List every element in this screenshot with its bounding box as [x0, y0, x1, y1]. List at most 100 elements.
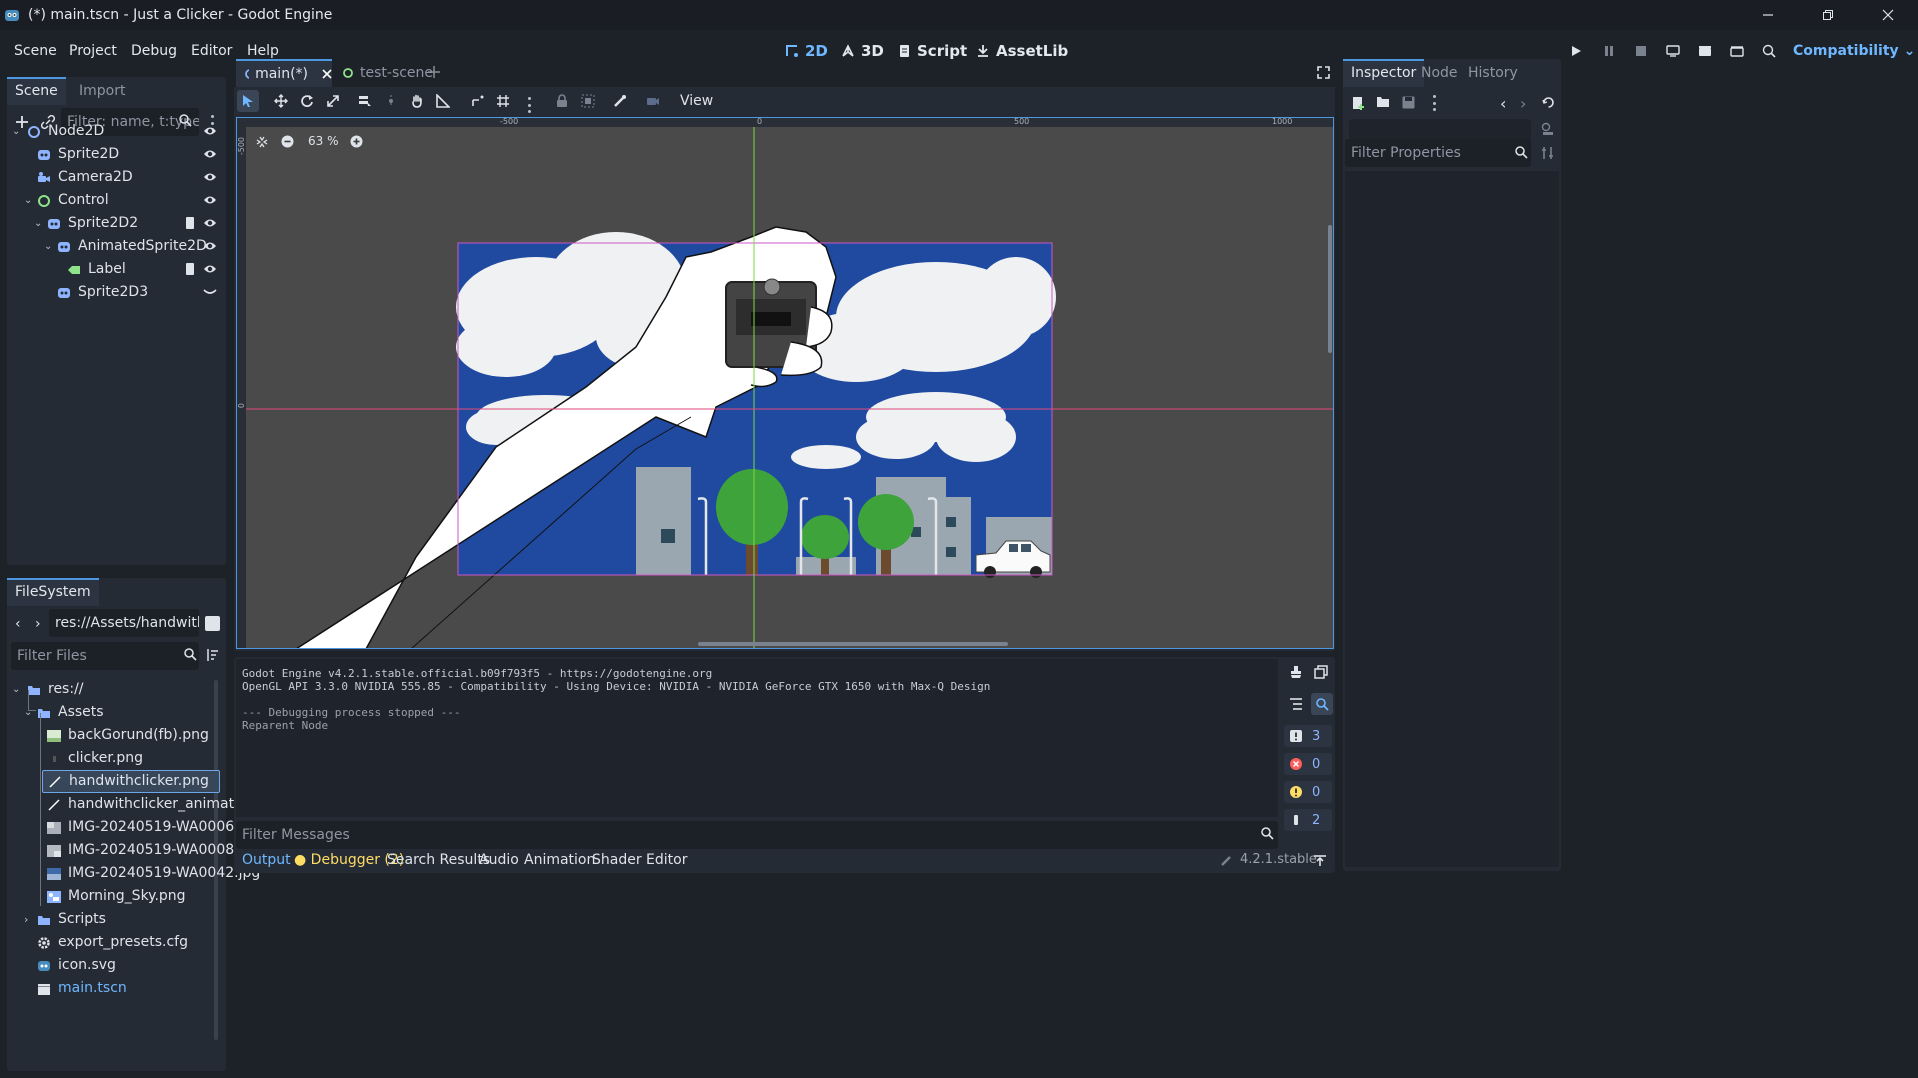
minimize-icon[interactable]	[1738, 0, 1798, 30]
message-counter[interactable]: 3	[1284, 725, 1332, 747]
history-forward-icon[interactable]: ›	[1520, 94, 1526, 113]
editor-message-counter[interactable]: 2	[1284, 809, 1332, 831]
fs-item-clicker[interactable]: clicker.png	[46, 747, 143, 770]
tab-node[interactable]: Node	[1413, 59, 1466, 87]
menu-project[interactable]: Project	[69, 30, 117, 72]
fs-item-handwithclicker-animated[interactable]: handwithclicker_animate...	[46, 793, 256, 816]
fs-item-img-0008[interactable]: IMG-20240519-WA0008.jpg	[46, 839, 260, 862]
fs-item-img-0042[interactable]: IMG-20240519-WA0042.jpg	[46, 862, 260, 885]
view-mode-icon[interactable]	[205, 616, 220, 631]
visibility-eye-icon[interactable]	[203, 216, 219, 232]
tree-node-sprite2d[interactable]: Sprite2D	[36, 143, 119, 166]
select-tool-icon[interactable]	[237, 90, 259, 112]
tab-audio[interactable]: Audio	[479, 852, 519, 868]
restore-icon[interactable]	[1798, 0, 1858, 30]
camera-override-icon[interactable]	[642, 90, 664, 112]
warning-counter[interactable]: 0	[1284, 781, 1332, 803]
filter-search-icon[interactable]	[1311, 693, 1333, 715]
list-select-icon[interactable]	[354, 90, 376, 112]
lock-icon[interactable]	[551, 90, 573, 112]
tab-output[interactable]: Output	[242, 852, 291, 868]
menu-editor[interactable]: Editor	[191, 30, 232, 72]
rotate-tool-icon[interactable]	[296, 90, 318, 112]
grid-snap-icon[interactable]	[492, 90, 514, 112]
add-tab-icon[interactable]	[428, 66, 440, 78]
tab-main-scene[interactable]: main(*)	[236, 59, 332, 87]
tree-node-sprite2d3[interactable]: Sprite2D3	[56, 281, 148, 304]
filter-files-input[interactable]: Filter Files	[11, 642, 199, 670]
bones-icon[interactable]	[609, 90, 631, 112]
fs-item-export-presets[interactable]: export_presets.cfg	[36, 931, 188, 954]
error-counter[interactable]: 0	[1284, 753, 1332, 775]
fs-item-res[interactable]: ⌄ res://	[12, 678, 84, 701]
move-tool-icon[interactable]	[270, 90, 292, 112]
zoom-in-icon[interactable]	[350, 135, 363, 148]
visibility-eye-icon[interactable]	[203, 262, 219, 278]
tab-animation[interactable]: Animation	[524, 852, 595, 868]
fs-item-scripts[interactable]: › Scripts	[24, 908, 106, 931]
tree-node-label[interactable]: Label	[66, 258, 126, 281]
scale-tool-icon[interactable]	[322, 90, 344, 112]
ruler-tool-icon[interactable]	[432, 90, 454, 112]
distraction-free-icon[interactable]	[1317, 66, 1330, 79]
fs-item-img-0006[interactable]: IMG-20240519-WA0006.jpg	[46, 816, 260, 839]
zoom-level[interactable]: 63 %	[308, 134, 339, 148]
forward-icon[interactable]: ›	[35, 616, 41, 632]
menu-debug[interactable]: Debug	[131, 30, 177, 72]
fs-item-assets[interactable]: ⌄ Assets	[24, 701, 104, 724]
tree-node-camera2d[interactable]: Camera2D	[36, 166, 133, 189]
back-icon[interactable]: ‹	[15, 616, 21, 632]
tab-history[interactable]: History	[1460, 59, 1526, 87]
tab-search-results[interactable]: Search Results	[387, 852, 490, 868]
tree-node-animatedsprite2d[interactable]: ⌄ AnimatedSprite2D	[44, 235, 207, 258]
new-resource-icon[interactable]	[1351, 96, 1365, 110]
path-input[interactable]: res://Assets/handwithclicke	[49, 609, 199, 637]
filter-messages-input[interactable]: Filter Messages	[236, 821, 1278, 849]
open-folder-icon[interactable]	[1376, 96, 1390, 108]
fs-item-handwithclicker[interactable]: handwithclicker.png	[42, 770, 220, 793]
collapse-icon[interactable]	[1289, 697, 1303, 711]
tab-filesystem[interactable]: FileSystem	[7, 578, 99, 606]
save-icon[interactable]	[1402, 96, 1415, 109]
copy-log-icon[interactable]	[1314, 665, 1328, 679]
tree-node-control[interactable]: ⌄ Control	[24, 189, 109, 212]
visibility-closed-icon[interactable]	[203, 285, 219, 301]
visibility-eye-icon[interactable]	[203, 193, 219, 209]
fs-item-icon-svg[interactable]: icon.svg	[36, 954, 116, 977]
filter-properties-input[interactable]: Filter Properties	[1345, 139, 1531, 167]
tab-import[interactable]: Import	[71, 77, 133, 105]
object-search-icon[interactable]	[1541, 122, 1555, 136]
zoom-out-icon[interactable]	[281, 135, 294, 148]
horizontal-scrollbar[interactable]	[698, 642, 1008, 646]
menu-scene[interactable]: Scene	[14, 30, 57, 72]
output-log[interactable]: Godot Engine v4.2.1.stable.official.b09f…	[236, 659, 1278, 817]
snap-options-icon[interactable]	[526, 97, 532, 113]
expand-panel-icon[interactable]	[1313, 855, 1327, 867]
2d-canvas[interactable]: -500 0 500 1000 -500 0 63 %	[236, 117, 1334, 649]
vertical-scrollbar[interactable]	[1328, 225, 1332, 353]
close-tab-icon[interactable]	[322, 69, 332, 79]
script-attached-icon[interactable]	[183, 216, 199, 232]
view-menu[interactable]: View	[680, 93, 713, 109]
visibility-eye-icon[interactable]	[203, 124, 219, 140]
fs-item-main-tscn[interactable]: main.tscn	[36, 977, 127, 1000]
close-window-icon[interactable]	[1858, 0, 1918, 30]
pivot-tool-icon[interactable]	[380, 90, 402, 112]
property-tools-icon[interactable]	[1541, 146, 1555, 160]
history-back-icon[interactable]: ‹	[1500, 94, 1506, 113]
tree-node-node2d[interactable]: ⌄ Node2D	[12, 120, 104, 143]
sort-icon[interactable]	[205, 648, 219, 662]
tree-node-sprite2d2[interactable]: ⌄ Sprite2D2	[34, 212, 138, 235]
group-icon[interactable]	[577, 90, 599, 112]
center-view-icon[interactable]	[256, 136, 268, 148]
script-attached-icon[interactable]	[183, 262, 199, 278]
visibility-eye-icon[interactable]	[203, 147, 219, 163]
inspector-options-icon[interactable]	[1431, 95, 1437, 111]
smart-snap-icon[interactable]	[467, 90, 489, 112]
fs-item-background[interactable]: backGorund(fb).png	[46, 724, 209, 747]
fs-item-morning-sky[interactable]: Morning_Sky.png	[46, 885, 186, 908]
clear-log-icon[interactable]	[1289, 665, 1303, 679]
tab-scene[interactable]: Scene	[7, 77, 66, 105]
pan-tool-icon[interactable]	[406, 90, 428, 112]
visibility-eye-icon[interactable]	[203, 239, 219, 255]
